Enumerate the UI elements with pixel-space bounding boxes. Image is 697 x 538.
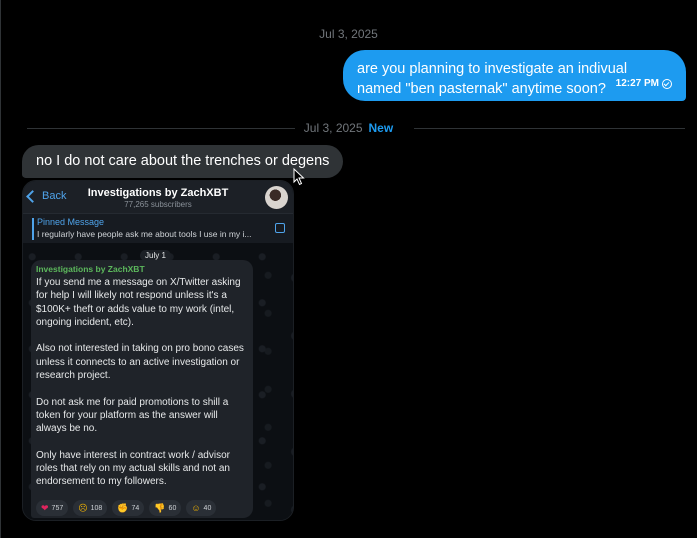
pinned-text: I regularly have people ask me about too… — [37, 229, 252, 239]
sent-check-icon — [662, 79, 672, 89]
reaction-chip: ☹ 108 — [73, 500, 108, 516]
reaction-chip: ✊ 74 — [112, 500, 145, 516]
incoming-message-text: no I do not care about the trenches or d… — [36, 153, 330, 169]
message-meta: 12:27 PM — [616, 74, 672, 94]
outgoing-message-bubble[interactable]: are you planning to investigate an indiv… — [343, 50, 686, 101]
pinned-message-bar: Pinned Message I regularly have people a… — [23, 213, 293, 244]
post-author: Investigations by ZachXBT — [36, 264, 145, 274]
pinned-list-icon — [275, 223, 285, 233]
message-time: 12:27 PM — [615, 78, 659, 89]
pin-accent-bar — [32, 218, 34, 240]
channel-title: Investigations by ZachXBT — [87, 187, 229, 199]
outgoing-message-text: are you planning to investigate an indiv… — [357, 61, 628, 97]
handshake-icon: ✊ — [117, 502, 129, 513]
date-label: Jul 3, 2025 — [319, 27, 378, 41]
reaction-chip: ❤ 757 — [36, 500, 69, 516]
reaction-count: 74 — [131, 504, 140, 512]
new-messages-separator: Jul 3, 2025 New — [0, 121, 697, 135]
conversation-left-border — [0, 0, 1, 538]
reaction-chip: 👎 60 — [149, 500, 182, 516]
mouse-cursor-icon — [293, 168, 305, 186]
channel-avatar — [265, 186, 288, 209]
reaction-count: 108 — [90, 504, 103, 512]
post-body: If you send me a message on X/Twitter as… — [36, 277, 244, 488]
date-separator: Jul 3, 2025 — [0, 27, 697, 41]
reaction-count: 60 — [168, 504, 177, 512]
telegram-header: Back Investigations by ZachXBT 77,265 su… — [23, 181, 293, 213]
pinned-label: Pinned Message — [37, 217, 105, 227]
reaction-count: 40 — [203, 504, 212, 512]
image-attachment[interactable]: Back Investigations by ZachXBT 77,265 su… — [22, 180, 294, 521]
nerd-face-icon: ☺ — [191, 503, 201, 513]
channel-post: Investigations by ZachXBT If you send me… — [31, 260, 253, 518]
reaction-count: 757 — [51, 504, 64, 512]
sad-face-icon: ☹ — [78, 502, 88, 513]
thumbs-down-icon: 👎 — [154, 502, 166, 513]
date-label: Jul 3, 2025 — [303, 121, 363, 135]
heart-icon: ❤ — [41, 502, 49, 513]
reaction-chip: ☺ 40 — [186, 500, 217, 516]
new-badge: New — [368, 121, 394, 135]
reactions-row: ❤ 757 ☹ 108 ✊ 74 👎 60 ☺ 40 — [36, 500, 217, 516]
subscriber-count: 77,265 subscribers — [124, 200, 192, 209]
